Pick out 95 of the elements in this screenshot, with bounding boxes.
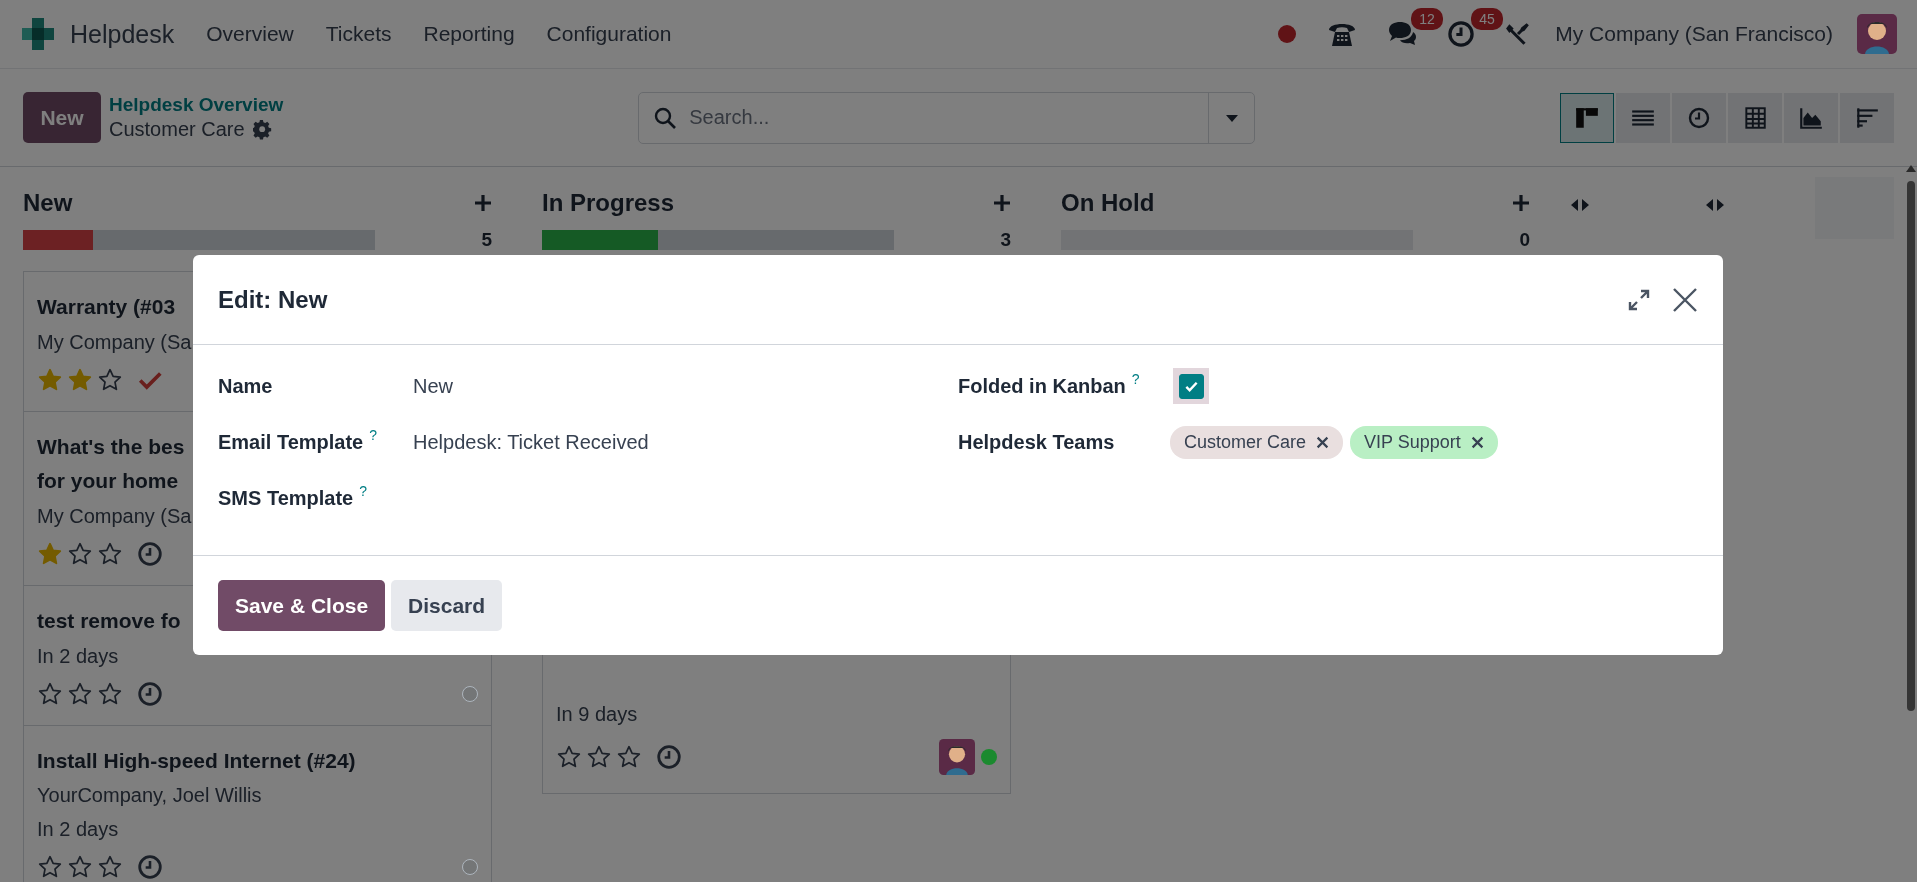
ticket-count: 0 — [1519, 229, 1530, 251]
notification-badge: 45 — [1471, 8, 1503, 30]
company-switcher[interactable]: My Company (San Francisco) — [1555, 22, 1833, 46]
ticket-detail: My Company (Sa — [37, 329, 192, 355]
view-switch-button[interactable] — [1840, 92, 1894, 143]
activity-button[interactable] — [1447, 20, 1476, 48]
tools-button[interactable] — [1505, 21, 1532, 47]
remove-icon — [1316, 435, 1330, 449]
search-icon — [653, 105, 678, 130]
status-dot[interactable] — [462, 859, 478, 876]
clock-icon — [137, 540, 163, 567]
add-card-button[interactable] — [1512, 194, 1530, 212]
notification-badge: 12 — [1411, 8, 1443, 30]
menu-item[interactable]: Tickets — [325, 22, 392, 46]
search-field[interactable]: Search... — [687, 105, 1209, 130]
discard-button[interactable]: Discard — [391, 580, 503, 631]
star-icon — [37, 540, 63, 567]
clock-icon — [1687, 105, 1711, 130]
star-icon — [37, 680, 63, 707]
view-switch-button[interactable] — [1672, 92, 1726, 143]
chat-icon — [1387, 20, 1418, 48]
star-icon — [37, 366, 63, 393]
breadcrumb-link[interactable]: Helpdesk Overview — [109, 94, 284, 116]
star-icon — [97, 680, 123, 707]
clock-icon — [137, 854, 163, 881]
star-icon — [616, 744, 642, 770]
remove-icon — [1470, 435, 1484, 449]
column-title: On Hold — [1061, 189, 1155, 217]
ticket-card[interactable]: Install High-speed Internet (#24) YourCompany, Joel Willis In 2 days — [23, 725, 492, 882]
ticket-count: 3 — [1000, 229, 1011, 251]
caret-icon — [1224, 112, 1239, 123]
ticket-detail: In 2 days — [37, 643, 119, 669]
view-switch-button[interactable] — [1784, 92, 1838, 143]
new-button[interactable]: New — [23, 92, 101, 143]
expand-column-icon — [1705, 197, 1725, 213]
menu-item[interactable]: Reporting — [423, 22, 515, 46]
clock-icon — [1447, 20, 1476, 48]
ticket-title: What's the bes — [37, 433, 185, 460]
star-icon — [67, 540, 93, 567]
ticket-title: for your home — [37, 468, 179, 495]
expand-icon — [1628, 288, 1650, 311]
search-bar[interactable]: Search... — [638, 91, 1256, 144]
ticket-detail: In 9 days — [556, 702, 638, 727]
field-label: Name — [218, 374, 274, 398]
star-icon — [97, 540, 123, 567]
close-button[interactable] — [1672, 286, 1698, 313]
dialog-title: Edit: New — [218, 285, 329, 314]
add-card-button[interactable] — [474, 194, 492, 212]
star-icon — [556, 744, 582, 770]
ticket-title: Warranty (#03 — [37, 294, 176, 320]
status-dot[interactable] — [981, 749, 997, 765]
plus-icon — [474, 194, 492, 212]
avatar-icon — [1857, 14, 1897, 54]
column-title: New — [23, 189, 73, 217]
user-avatar[interactable] — [1857, 14, 1897, 54]
close-icon — [1672, 286, 1698, 313]
status-dot[interactable] — [462, 685, 478, 702]
status-dot-icon — [1277, 24, 1298, 44]
chat-button[interactable] — [1387, 20, 1418, 48]
ticket-detail: My Company (Sa — [37, 503, 192, 529]
field-value[interactable]: Helpdesk: Ticket Received — [413, 430, 649, 454]
ticket-title: test remove fo — [37, 607, 181, 634]
star-icon — [586, 744, 612, 770]
expand-column-icon — [1570, 197, 1590, 213]
clock-icon — [137, 680, 163, 707]
save-button[interactable]: Save & Close — [218, 580, 386, 631]
menu-item[interactable]: Overview — [206, 22, 294, 46]
plus-icon — [993, 194, 1011, 212]
clock-icon — [656, 744, 682, 770]
tools-icon — [1505, 21, 1532, 47]
expand-button[interactable] — [1628, 288, 1650, 311]
ticket-detail: YourCompany, Joel Willis — [37, 783, 262, 809]
star-icon — [67, 680, 93, 707]
star-icon — [67, 366, 93, 393]
view-switch-button[interactable] — [1616, 92, 1670, 143]
team-tag: VIP Support — [1350, 425, 1498, 459]
table-icon — [1742, 104, 1768, 131]
ticket-detail: In 2 days — [37, 817, 119, 843]
add-card-button[interactable] — [993, 194, 1011, 212]
field-value[interactable]: New — [413, 374, 453, 398]
star-icon — [97, 366, 123, 393]
plus-icon — [1512, 194, 1530, 212]
settings-icon — [252, 119, 273, 140]
page-title: Customer Care — [109, 118, 245, 141]
menu-item[interactable]: Configuration — [546, 22, 672, 46]
column-title: In Progress — [542, 189, 675, 217]
helpdesk-logo-icon — [20, 16, 56, 52]
view-switch-button[interactable] — [1728, 92, 1782, 143]
team-tag: Customer Care — [1170, 425, 1344, 459]
field-label: Helpdesk Teams — [958, 430, 1116, 454]
app-name[interactable]: Helpdesk — [70, 19, 175, 49]
ticket-count: 5 — [481, 229, 492, 251]
view-switch-button[interactable] — [1560, 92, 1614, 143]
checkbox[interactable] — [1178, 373, 1204, 399]
ticket-title: Install High-speed Internet (#24) — [37, 747, 356, 774]
